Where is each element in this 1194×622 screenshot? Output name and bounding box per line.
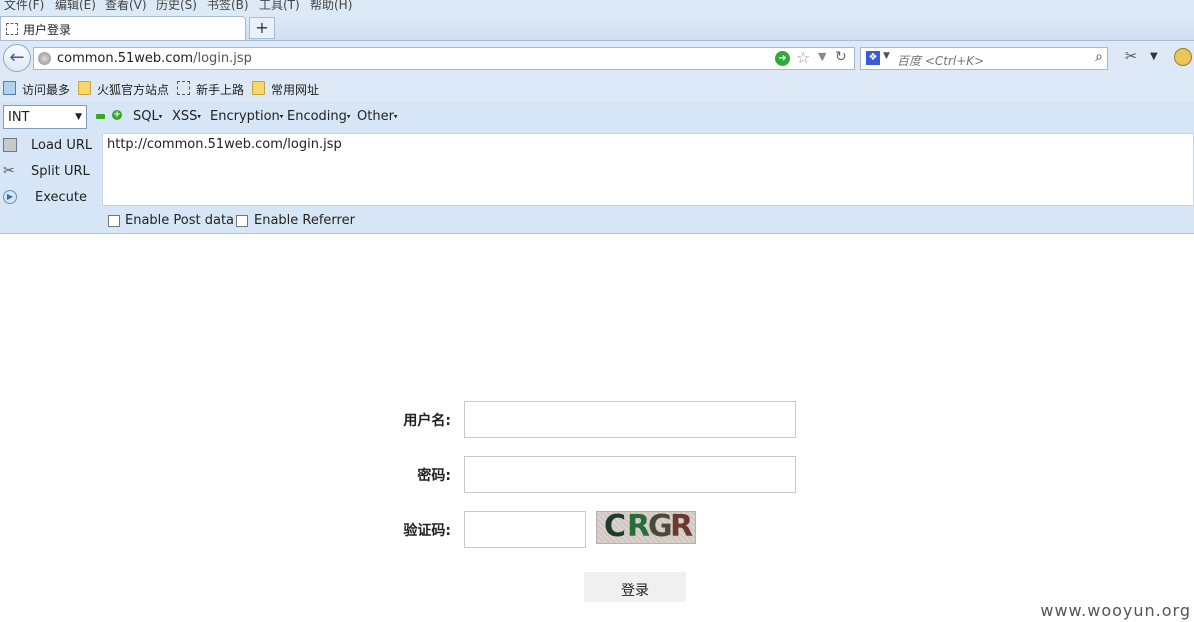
site-identity-icon[interactable] bbox=[38, 52, 51, 65]
bookmark-firefox-site[interactable]: 火狐官方站点 bbox=[97, 81, 169, 98]
back-button[interactable]: ← bbox=[3, 44, 31, 72]
baidu-engine-icon[interactable]: ❖ bbox=[866, 51, 880, 65]
most-visited-icon bbox=[3, 81, 16, 95]
menu-file[interactable]: 文件(F) bbox=[4, 0, 44, 13]
hackbar-url-textarea[interactable]: http://common.51web.com/login.jsp bbox=[102, 133, 1194, 206]
menu-sql[interactable]: SQL▾ bbox=[133, 109, 162, 124]
menu-encoding[interactable]: Encoding▾ bbox=[287, 109, 350, 124]
captcha-char: G bbox=[648, 511, 673, 544]
menu-bar: 文件(F) 编辑(E) 查看(V) 历史(S) 书签(B) 工具(T) 帮助(H… bbox=[0, 0, 1194, 16]
go-arrow-icon[interactable]: ➜ bbox=[775, 51, 790, 66]
password-input[interactable] bbox=[464, 456, 796, 493]
execute-label: Execute bbox=[35, 190, 87, 205]
enable-referrer-label: Enable Referrer bbox=[254, 213, 355, 228]
search-icon[interactable]: ⌕ bbox=[1095, 49, 1103, 65]
page-icon bbox=[177, 81, 190, 95]
addon-icon[interactable] bbox=[1174, 48, 1192, 66]
bookmark-star-icon[interactable]: ☆ bbox=[796, 48, 810, 67]
type-select[interactable]: INT ▼ bbox=[3, 105, 87, 129]
url-dropdown-icon[interactable]: ▼ bbox=[818, 50, 826, 63]
username-label: 用户名: bbox=[403, 413, 451, 429]
folder-icon bbox=[78, 81, 91, 95]
tab-login[interactable]: 用户登录 bbox=[0, 16, 246, 40]
captcha-char: R bbox=[627, 511, 650, 544]
username-input[interactable] bbox=[464, 401, 796, 438]
back-arrow-icon: ← bbox=[9, 47, 25, 68]
decrease-icon[interactable] bbox=[96, 114, 105, 119]
captcha-image[interactable]: C R G R bbox=[596, 511, 696, 544]
type-select-value: INT bbox=[8, 110, 30, 125]
new-tab-button[interactable]: + bbox=[249, 17, 275, 39]
load-url-icon bbox=[3, 138, 17, 152]
increase-icon[interactable]: + bbox=[112, 110, 122, 120]
bookmark-most-visited[interactable]: 访问最多 bbox=[22, 81, 70, 98]
execute-button[interactable]: ▶ Execute bbox=[0, 186, 100, 210]
url-bar[interactable]: common.51web.com/login.jsp ➜ ☆ ▼ ↻ bbox=[33, 47, 855, 70]
split-url-button[interactable]: ✂ Split URL bbox=[0, 160, 100, 184]
menu-history[interactable]: 历史(S) bbox=[156, 0, 197, 13]
navigation-bar: ← common.51web.com/login.jsp ➜ ☆ ▼ ↻ ❖ ▼… bbox=[0, 41, 1194, 76]
search-placeholder: 百度 <Ctrl+K> bbox=[897, 54, 985, 68]
chevron-down-icon: ▼ bbox=[75, 112, 82, 122]
enable-referrer-checkbox[interactable] bbox=[236, 215, 248, 227]
engine-dropdown-icon[interactable]: ▼ bbox=[883, 51, 890, 61]
reload-icon[interactable]: ↻ bbox=[835, 49, 847, 65]
captcha-char: C bbox=[604, 511, 626, 544]
screenshot-tool-icon[interactable]: ✂ bbox=[1120, 47, 1142, 67]
tool-dropdown-icon[interactable]: ▼ bbox=[1150, 51, 1158, 62]
bookmark-getting-started[interactable]: 新手上路 bbox=[196, 81, 244, 98]
load-url-button[interactable]: Load URL bbox=[0, 134, 100, 158]
captcha-char: R bbox=[670, 511, 693, 544]
menu-xss[interactable]: XSS▾ bbox=[172, 109, 201, 124]
enable-post-label: Enable Post data bbox=[125, 213, 235, 228]
menu-edit[interactable]: 编辑(E) bbox=[55, 0, 96, 13]
play-icon: ▶ bbox=[3, 190, 17, 204]
menu-tools[interactable]: 工具(T) bbox=[259, 0, 300, 13]
menu-view[interactable]: 查看(V) bbox=[105, 0, 147, 13]
menu-bookmarks[interactable]: 书签(B) bbox=[207, 0, 249, 13]
captcha-input[interactable] bbox=[464, 511, 586, 548]
hackbar-url-text: http://common.51web.com/login.jsp bbox=[107, 137, 342, 152]
enable-post-checkbox[interactable] bbox=[108, 215, 120, 227]
password-label: 密码: bbox=[417, 468, 451, 484]
url-text: common.51web.com/login.jsp bbox=[57, 51, 252, 66]
page-favicon-icon bbox=[6, 23, 18, 35]
bookmarks-bar: 访问最多 火狐官方站点 新手上路 常用网址 bbox=[0, 76, 1194, 102]
folder-icon bbox=[252, 81, 265, 95]
menu-other[interactable]: Other▾ bbox=[357, 109, 397, 124]
split-url-label: Split URL bbox=[31, 164, 90, 179]
tab-strip: 用户登录 + bbox=[0, 16, 1194, 41]
watermark: www.wooyun.org bbox=[1040, 601, 1191, 620]
login-button[interactable]: 登录 bbox=[584, 572, 686, 602]
menu-help[interactable]: 帮助(H) bbox=[310, 0, 352, 13]
search-bar[interactable]: ❖ ▼ 百度 <Ctrl+K> ⌕ bbox=[860, 47, 1108, 70]
scissors-icon: ✂ bbox=[3, 163, 15, 179]
bookmark-common-sites[interactable]: 常用网址 bbox=[271, 81, 319, 98]
hackbar-panel: INT ▼ + SQL▾ XSS▾ Encryption▾ Encoding▾ … bbox=[0, 102, 1194, 234]
tab-title: 用户登录 bbox=[23, 23, 72, 37]
menu-encryption[interactable]: Encryption▾ bbox=[210, 109, 283, 124]
load-url-label: Load URL bbox=[31, 138, 93, 153]
captcha-label: 验证码: bbox=[403, 523, 451, 539]
